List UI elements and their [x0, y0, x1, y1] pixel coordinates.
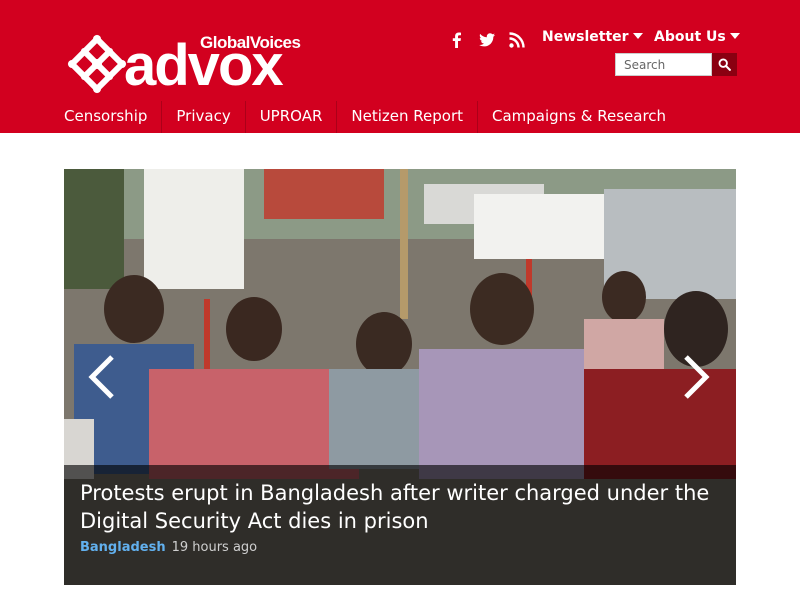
- site-header: GlobalVoices advox Newsletter About Us C…: [0, 0, 800, 133]
- featured-story-meta: Bangladesh 19 hours ago: [80, 540, 257, 555]
- next-slide-button[interactable]: [678, 353, 712, 401]
- prev-slide-button[interactable]: [86, 353, 120, 401]
- advox-logo[interactable]: GlobalVoices advox: [66, 33, 306, 98]
- main-nav: Censorship Privacy UPROAR Netizen Report…: [50, 101, 680, 133]
- nav-item-campaigns-research[interactable]: Campaigns & Research: [477, 101, 680, 133]
- social-links: [448, 30, 526, 50]
- facebook-icon[interactable]: [448, 31, 466, 49]
- chevron-right-icon: [684, 355, 710, 399]
- about-us-menu[interactable]: About Us: [654, 29, 740, 45]
- about-us-label: About Us: [654, 29, 726, 45]
- caret-down-icon: [729, 33, 740, 39]
- twitter-icon[interactable]: [478, 31, 496, 49]
- newsletter-menu[interactable]: Newsletter: [542, 29, 643, 45]
- search-button[interactable]: [712, 53, 737, 76]
- featured-story-slider[interactable]: Protests erupt in Bangladesh after write…: [64, 169, 736, 585]
- logo-wordmark: advox: [124, 33, 284, 98]
- story-timestamp: 19 hours ago: [171, 540, 258, 555]
- featured-story-title[interactable]: Protests erupt in Bangladesh after write…: [80, 479, 720, 535]
- featured-story-caption: Protests erupt in Bangladesh after write…: [64, 465, 736, 585]
- story-category-link[interactable]: Bangladesh: [80, 540, 166, 555]
- search-icon: [718, 58, 731, 71]
- rss-icon[interactable]: [508, 31, 526, 49]
- global-voices-knot-icon: [67, 34, 127, 94]
- nav-item-uproar[interactable]: UPROAR: [244, 101, 337, 133]
- nav-item-netizen-report[interactable]: Netizen Report: [336, 101, 477, 133]
- newsletter-label: Newsletter: [542, 29, 629, 45]
- nav-item-privacy[interactable]: Privacy: [161, 101, 244, 133]
- chevron-left-icon: [88, 355, 114, 399]
- nav-item-censorship[interactable]: Censorship: [50, 101, 161, 133]
- caret-down-icon: [632, 33, 643, 39]
- search-input[interactable]: [615, 53, 712, 76]
